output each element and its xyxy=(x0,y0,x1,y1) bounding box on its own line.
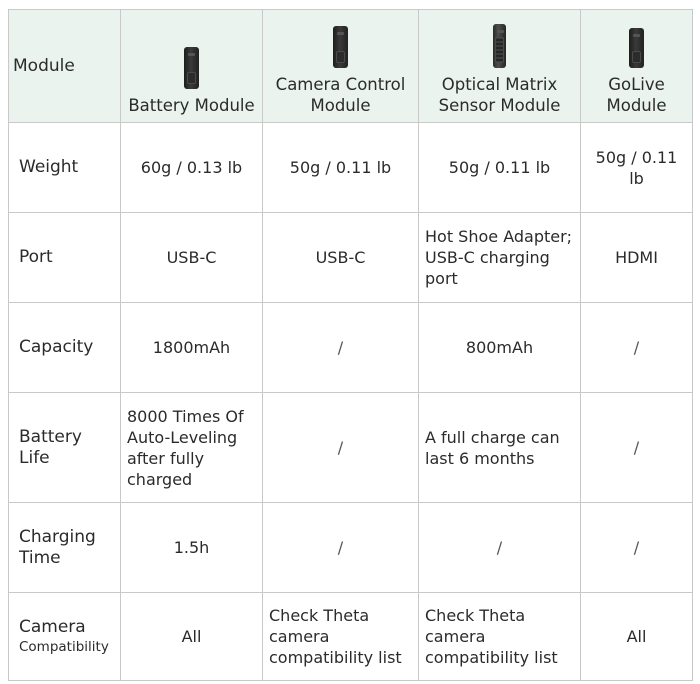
table-cell: 1800mAh xyxy=(120,302,263,393)
row-label: Battery Life xyxy=(8,392,121,503)
table-cell: / xyxy=(580,392,693,503)
row-label: Camera xyxy=(19,617,86,637)
table-cell: A full charge can last 6 months xyxy=(418,392,581,503)
table-cell: / xyxy=(580,502,693,593)
table-cell: 800mAh xyxy=(418,302,581,393)
table-cell: HDMI xyxy=(580,212,693,303)
header-camera-control-module: Camera Control Module xyxy=(262,9,419,123)
row-label: Weight xyxy=(8,122,121,213)
table-cell: USB-C xyxy=(262,212,419,303)
table-row-charging-time: Charging Time 1.5h / / / xyxy=(8,502,693,593)
table-cell: 1.5h xyxy=(120,502,263,593)
product-name: Optical Matrix Sensor Module xyxy=(438,75,561,115)
battery-module-device-icon xyxy=(184,47,199,89)
table-cell: 50g / 0.11 lb xyxy=(262,122,419,213)
product-name: GoLive Module xyxy=(606,75,667,115)
table-row-camera-compatibility: Camera Compatibility All Check Theta cam… xyxy=(8,592,693,681)
table-cell: 8000 Times Of Auto-Leveling after fully … xyxy=(120,392,263,503)
table-cell: Hot Shoe Adapter; USB-C charging port xyxy=(418,212,581,303)
table-cell: 50g / 0.11 lb xyxy=(580,122,693,213)
comparison-table-container: Module Battery Module Camera Control Mod… xyxy=(8,9,693,681)
table-cell: Check Theta camera compatibility list xyxy=(262,592,419,681)
optical-matrix-sensor-module-device-icon xyxy=(493,24,506,68)
row-label-small: Compatibility xyxy=(19,639,109,655)
row-label: Capacity xyxy=(8,302,121,393)
product-name: Camera Control Module xyxy=(275,75,406,115)
table-cell: 60g / 0.13 lb xyxy=(120,122,263,213)
header-optical-matrix-sensor-module: Optical Matrix Sensor Module xyxy=(418,9,581,123)
row-label: Charging Time xyxy=(8,502,121,593)
table-cell: 50g / 0.11 lb xyxy=(418,122,581,213)
golive-module-device-icon xyxy=(629,28,644,68)
table-cell: / xyxy=(262,502,419,593)
table-row-weight: Weight 60g / 0.13 lb 50g / 0.11 lb 50g /… xyxy=(8,122,693,213)
table-cell: / xyxy=(262,302,419,393)
header-row: Module Battery Module Camera Control Mod… xyxy=(8,9,693,123)
row-label: Port xyxy=(8,212,121,303)
table-row-battery-life: Battery Life 8000 Times Of Auto-Leveling… xyxy=(8,392,693,503)
table-cell: All xyxy=(580,592,693,681)
table-cell: / xyxy=(262,392,419,503)
header-battery-module: Battery Module xyxy=(120,9,263,123)
table-cell: All xyxy=(120,592,263,681)
module-comparison-table: Module Battery Module Camera Control Mod… xyxy=(8,9,693,681)
product-name: Battery Module xyxy=(128,96,255,115)
table-cell: Check Theta camera compatibility list xyxy=(418,592,581,681)
row-label-camera-compatibility: Camera Compatibility xyxy=(8,592,121,681)
table-row-capacity: Capacity 1800mAh / 800mAh / xyxy=(8,302,693,393)
header-label-module: Module xyxy=(8,9,121,123)
header-golive-module: GoLive Module xyxy=(580,9,693,123)
table-cell: / xyxy=(418,502,581,593)
camera-control-module-device-icon xyxy=(333,26,348,68)
table-cell: USB-C xyxy=(120,212,263,303)
table-cell: / xyxy=(580,302,693,393)
table-row-port: Port USB-C USB-C Hot Shoe Adapter; USB-C… xyxy=(8,212,693,303)
